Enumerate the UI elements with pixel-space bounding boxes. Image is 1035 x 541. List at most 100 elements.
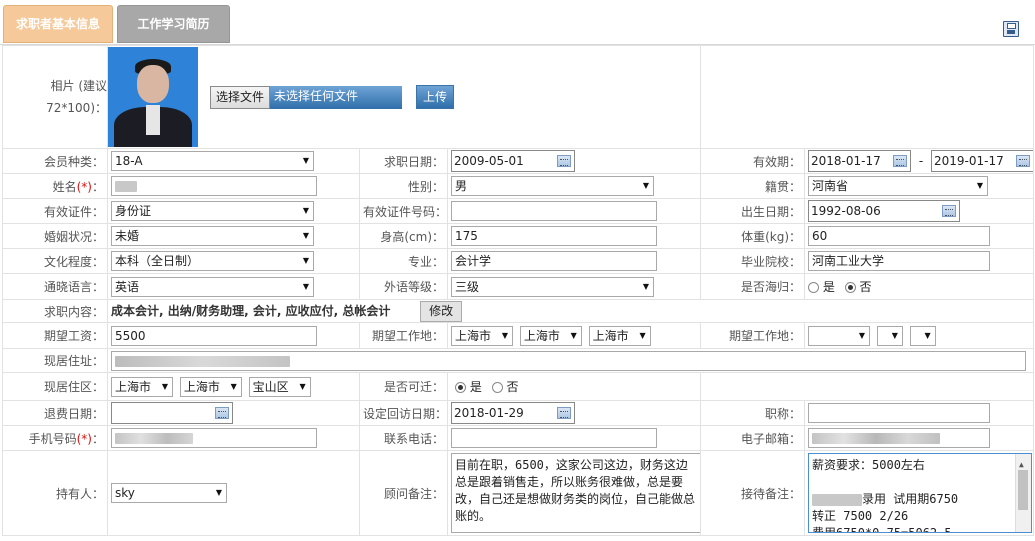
calendar-icon[interactable] bbox=[557, 407, 571, 419]
job-date-input[interactable]: 2009-05-01 bbox=[451, 150, 575, 172]
major-input[interactable]: 会计学 bbox=[451, 251, 657, 271]
tab-basic-info[interactable]: 求职者基本信息 bbox=[3, 5, 113, 43]
reception-note-line-1: 薪资要求：5000左右 bbox=[812, 458, 925, 472]
name-input[interactable] bbox=[111, 176, 317, 196]
title-input[interactable] bbox=[808, 403, 991, 423]
valid-from-input[interactable]: 2018-01-17 bbox=[808, 150, 912, 172]
candidate-photo bbox=[108, 47, 198, 147]
gender-select[interactable]: 男 bbox=[451, 176, 654, 196]
returnee-yes-radio[interactable] bbox=[808, 282, 820, 293]
language-label: 通晓语言： bbox=[2, 273, 108, 300]
tab-bar: 求职者基本信息 工作学习简历 bbox=[0, 0, 1035, 45]
relocate-no-label: 否 bbox=[506, 380, 519, 394]
consultant-note-textarea[interactable]: 目前在职，6500，这家公司这边，财务这边总是跟着销售走，所以账务很难做，总是要… bbox=[451, 453, 700, 533]
calendar-icon[interactable] bbox=[893, 155, 908, 167]
save-icon[interactable] bbox=[1003, 21, 1019, 37]
calendar-icon[interactable] bbox=[1016, 155, 1031, 167]
tab-work-study-resume[interactable]: 工作学习简历 bbox=[117, 5, 230, 43]
date-range-separator: - bbox=[918, 153, 924, 168]
member-type-select[interactable]: 18-A bbox=[111, 151, 314, 171]
education-label: 文化程度： bbox=[2, 248, 108, 274]
refund-date-input[interactable] bbox=[111, 402, 233, 424]
mobile-label: 手机号码(*)： bbox=[2, 425, 108, 451]
returnee-no-label: 否 bbox=[859, 280, 872, 294]
work-place-2-city[interactable] bbox=[876, 325, 903, 346]
mobile-input[interactable] bbox=[111, 428, 317, 448]
name-label: 姓名(*)： bbox=[2, 173, 108, 199]
relocate-yes-radio[interactable] bbox=[455, 382, 466, 393]
phone-input[interactable] bbox=[451, 428, 657, 448]
upload-button[interactable]: 上传 bbox=[416, 85, 455, 109]
relocate-yes-label: 是 bbox=[469, 380, 482, 394]
hometown-label: 籍贯： bbox=[700, 173, 806, 199]
holder-select[interactable]: sky bbox=[111, 483, 227, 503]
school-input[interactable]: 河南工业大学 bbox=[808, 251, 991, 271]
birth-date-label: 出生日期： bbox=[700, 198, 806, 224]
valid-period-label: 有效期： bbox=[700, 148, 806, 174]
work-place-1-district[interactable]: 上海市 bbox=[588, 325, 651, 346]
weight-label: 体重(kg)： bbox=[700, 223, 806, 249]
calendar-icon[interactable] bbox=[215, 407, 229, 419]
file-status: 未选择任何文件 bbox=[270, 85, 403, 109]
candidate-form: 相片 (建议72*100)： 选择文件 未选择任何文件 上传 会员种类： 18-… bbox=[2, 45, 1035, 536]
gender-label: 性别： bbox=[359, 173, 448, 199]
title-label: 职称： bbox=[700, 400, 806, 426]
email-label: 电子邮箱： bbox=[700, 425, 806, 451]
visit-date-label: 设定回访日期： bbox=[359, 400, 448, 426]
consultant-note-label: 顾问备注： bbox=[359, 450, 448, 536]
job-date-label: 求职日期： bbox=[359, 148, 448, 174]
work-place-2-province[interactable] bbox=[808, 325, 871, 346]
returnee-no-radio[interactable] bbox=[844, 282, 856, 293]
salary-input[interactable]: 5500 bbox=[111, 325, 317, 346]
birth-date-input[interactable]: 1992-08-06 bbox=[808, 200, 961, 222]
id-type-select[interactable]: 身份证 bbox=[111, 201, 314, 221]
education-select[interactable]: 本科（全日制） bbox=[111, 251, 314, 271]
refund-date-label: 退费日期： bbox=[2, 400, 108, 426]
reception-note-textarea[interactable]: 薪资要求：5000左右 录用 试用期6750 转正 7500 2/26 费用67… bbox=[808, 453, 1033, 533]
holder-label: 持有人： bbox=[2, 450, 108, 536]
district-area[interactable]: 宝山区 bbox=[248, 376, 311, 397]
choose-file-button[interactable]: 选择文件 bbox=[210, 85, 271, 109]
photo-label: 相片 (建议72*100)： bbox=[2, 45, 108, 149]
phone-label: 联系电话： bbox=[359, 425, 448, 451]
work-place-1-city[interactable]: 上海市 bbox=[519, 325, 582, 346]
weight-input[interactable]: 60 bbox=[808, 226, 991, 246]
reception-note-line-4: 费用6750*0.75=5062.5 bbox=[812, 526, 952, 533]
work-place-2-label: 期望工作地： bbox=[700, 322, 806, 349]
member-type-label: 会员种类： bbox=[2, 148, 108, 174]
district-label: 现居住区： bbox=[2, 372, 108, 401]
district-city[interactable]: 上海市 bbox=[179, 376, 242, 397]
calendar-icon[interactable] bbox=[942, 205, 957, 217]
id-number-label: 有效证件号码： bbox=[359, 198, 448, 224]
reception-note-scrollbar[interactable]: ▲ bbox=[1015, 454, 1032, 532]
reception-note-label: 接待备注： bbox=[700, 450, 806, 536]
returnee-yes-label: 是 bbox=[822, 280, 835, 294]
language-select[interactable]: 英语 bbox=[111, 276, 314, 297]
valid-to-input[interactable]: 2019-01-17 bbox=[931, 150, 1033, 172]
address-input[interactable] bbox=[111, 350, 1026, 371]
relocate-label: 是否可迁： bbox=[359, 372, 448, 401]
returnee-label: 是否海归： bbox=[700, 273, 806, 300]
calendar-icon[interactable] bbox=[557, 155, 571, 167]
marital-label: 婚姻状况： bbox=[2, 223, 108, 249]
work-place-2-district[interactable] bbox=[909, 325, 936, 346]
job-content-label: 求职内容： bbox=[2, 299, 108, 323]
marital-select[interactable]: 未婚 bbox=[111, 226, 314, 246]
hometown-select[interactable]: 河南省 bbox=[808, 176, 989, 196]
school-label: 毕业院校： bbox=[700, 248, 806, 274]
visit-date-input[interactable]: 2018-01-29 bbox=[451, 402, 575, 424]
height-input[interactable]: 175 bbox=[451, 226, 657, 246]
reception-note-line-3: 转正 7500 2/26 bbox=[812, 509, 909, 523]
address-label: 现居住址： bbox=[2, 348, 108, 373]
edit-job-content-button[interactable]: 修改 bbox=[420, 300, 463, 322]
major-label: 专业： bbox=[359, 248, 448, 274]
lang-level-select[interactable]: 三级 bbox=[451, 276, 654, 297]
id-type-label: 有效证件： bbox=[2, 198, 108, 224]
work-place-1-province[interactable]: 上海市 bbox=[451, 325, 513, 346]
relocate-no-radio[interactable] bbox=[491, 382, 503, 393]
email-input[interactable] bbox=[808, 428, 991, 448]
id-number-input[interactable] bbox=[451, 201, 657, 221]
district-province[interactable]: 上海市 bbox=[111, 376, 173, 397]
salary-label: 期望工资： bbox=[2, 322, 108, 349]
job-content-value: 成本会计, 出纳/财务助理, 会计, 应收应付, 总帐会计 bbox=[111, 303, 391, 318]
